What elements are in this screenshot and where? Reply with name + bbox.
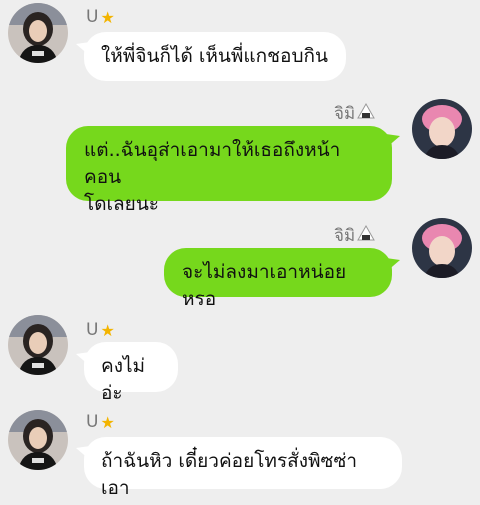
rice-ball-icon [357,224,376,246]
star-icon: ★ [100,7,115,27]
sender-name: U ★ [86,320,115,340]
sender-name-label: จิมิ [334,104,356,124]
sender-name-label: U [86,320,99,340]
rice-ball-icon [357,102,376,124]
sender-name-label: U [86,412,99,432]
star-icon: ★ [100,320,115,340]
sender-name: U ★ [86,412,115,432]
sender-name: จิมิ [334,100,376,127]
message-bubble[interactable]: ให้พี่จินก็ได้ เห็นพี่แกชอบกิน [84,32,346,81]
avatar-u[interactable] [8,315,68,375]
message-bubble[interactable]: ถ้าฉันหิว เดี๋ยวค่อยโทรสั่งพิซซ่าเอา [84,437,402,499]
avatar-u[interactable] [8,3,68,63]
sender-name-label: จิมิ [334,226,356,246]
star-icon: ★ [100,412,115,432]
avatar-u[interactable] [8,410,68,470]
sender-name-label: U [86,7,99,27]
message-text-line: โดเลยนะ [84,193,160,215]
message-bubble[interactable]: จะไม่ลงมาเอาหน่อยหรอ [164,248,392,310]
avatar-jimin[interactable] [412,99,472,159]
message-bubble[interactable]: แต่..ฉันอุส่าเอามาให้เธอถึงหน้าคอน โดเลย… [66,126,392,215]
avatar-jimin[interactable] [412,218,472,278]
message-text: ถ้าฉันหิว เดี๋ยวค่อยโทรสั่งพิซซ่าเอา [101,450,358,499]
message-text: จะไม่ลงมาเอาหน่อยหรอ [182,261,347,310]
message-text: คงไม่อ่ะ [101,355,146,404]
message-text-line: แต่..ฉันอุส่าเอามาให้เธอถึงหน้าคอน [84,139,341,188]
sender-name: U ★ [86,7,115,27]
sender-name: จิมิ [334,222,376,249]
message-text: ให้พี่จินก็ได้ เห็นพี่แกชอบกิน [101,45,329,67]
message-bubble[interactable]: คงไม่อ่ะ [84,342,178,404]
